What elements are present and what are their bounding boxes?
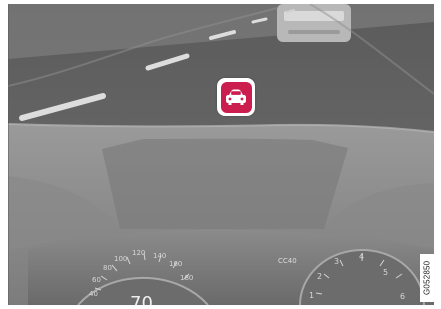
- rpm-tick-label: 3: [334, 257, 339, 266]
- image-id-label: G052850: [420, 254, 434, 302]
- rpm-tick-label: 2: [317, 272, 322, 281]
- rpm-tick-label: 6: [400, 292, 405, 301]
- road-and-dashboard-illustration: 40 60 80 100 120 140 160 180 70 CC40 1 2…: [8, 4, 434, 305]
- speed-tick-label: 80: [103, 264, 112, 272]
- speed-tick-label: 60: [92, 276, 101, 284]
- vehicle-ahead-warning-badge: [217, 78, 255, 116]
- vehicle-ahead-bumper: [288, 30, 340, 34]
- display-hood: [102, 138, 348, 229]
- speed-tick-label: 180: [180, 274, 193, 282]
- rpm-tick-label: 1: [309, 291, 314, 300]
- speed-tick-label: 40: [89, 290, 98, 298]
- rpm-tick-label: 4: [359, 252, 364, 261]
- speed-tick-label: 140: [153, 252, 166, 260]
- speed-readout: 70: [130, 293, 153, 305]
- speed-tick-label: 100: [114, 255, 127, 263]
- speed-tick-label: 160: [169, 260, 182, 268]
- rpm-tick-label: 5: [383, 268, 388, 277]
- figure-frame: 40 60 80 100 120 140 160 180 70 CC40 1 2…: [0, 0, 441, 309]
- vehicle-ahead-warning-fill: [220, 81, 252, 113]
- windshield-scene: 40 60 80 100 120 140 160 180 70 CC40 1 2…: [8, 4, 434, 305]
- cluster-status-text: CC40: [278, 257, 297, 265]
- car-front-icon: [226, 89, 246, 105]
- speed-tick-label: 120: [132, 249, 145, 257]
